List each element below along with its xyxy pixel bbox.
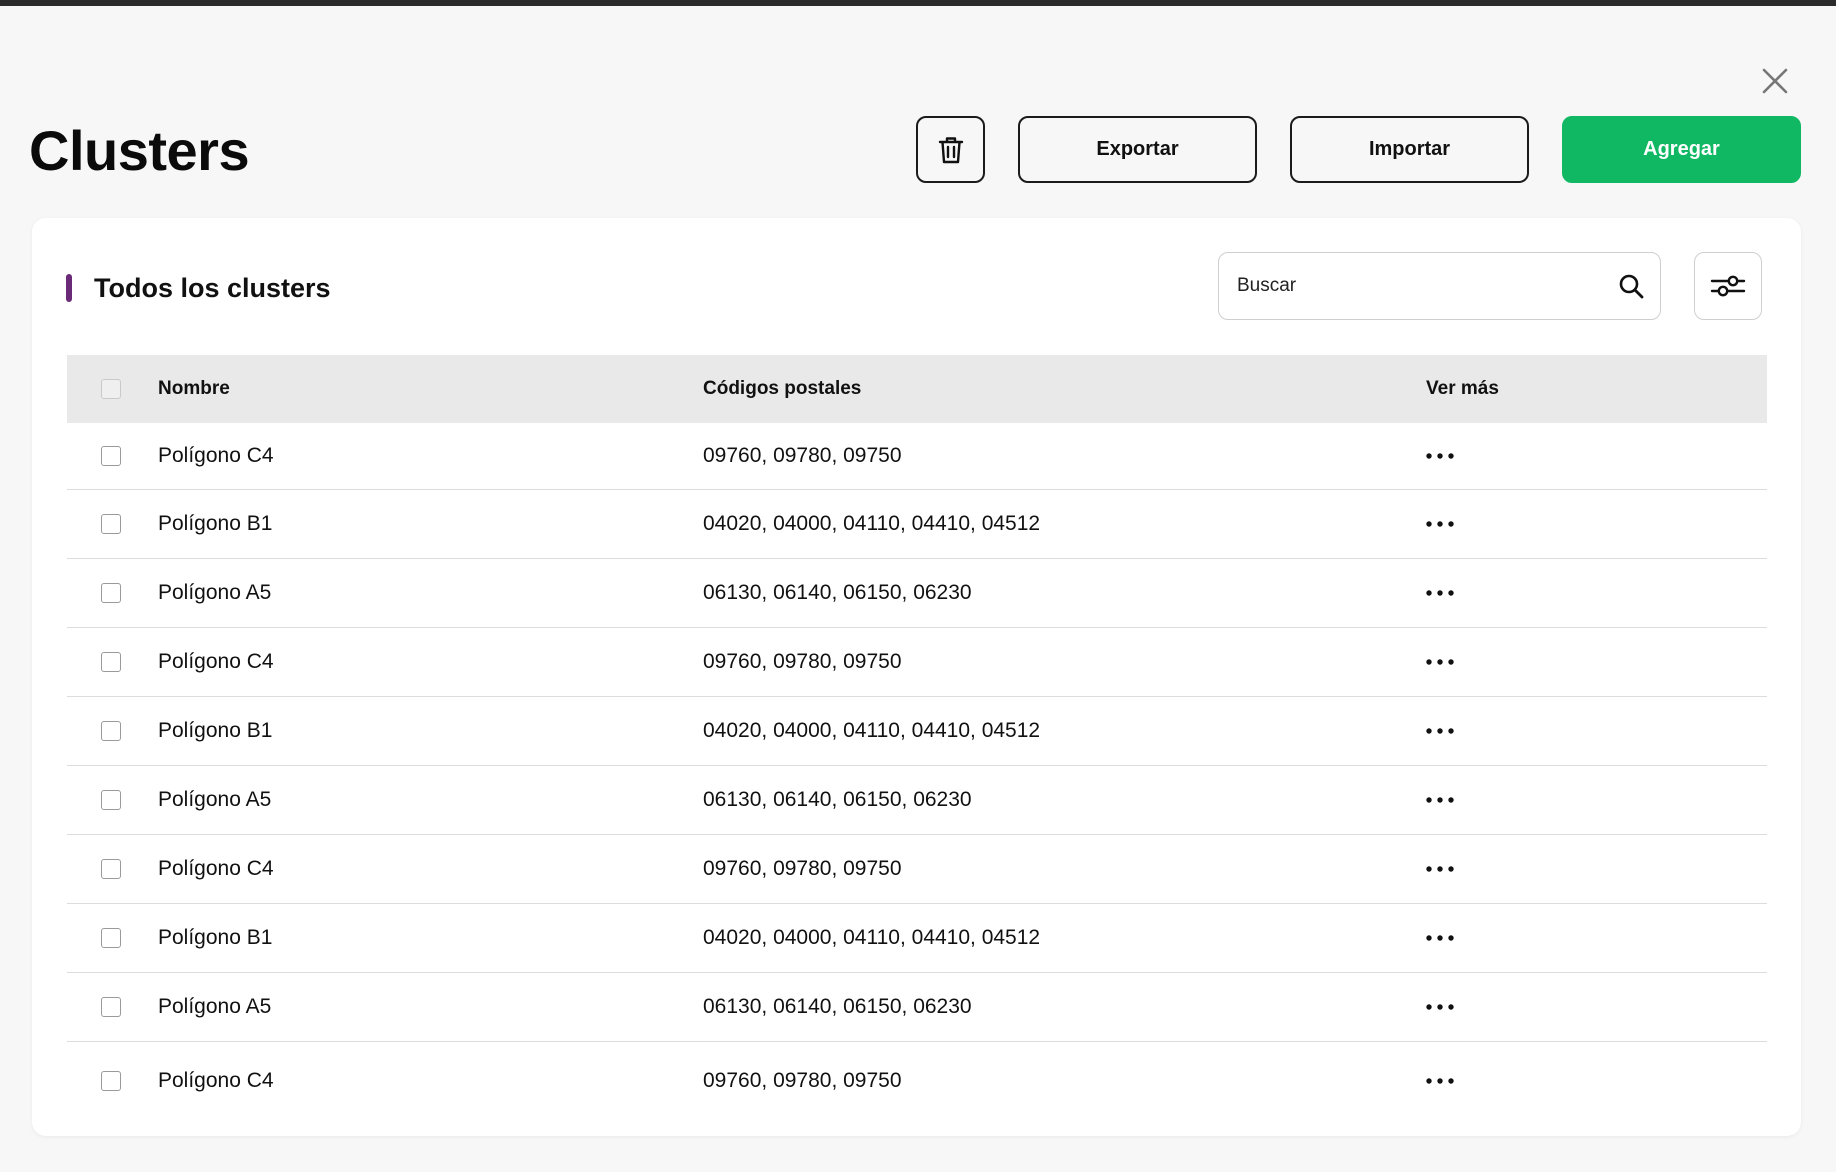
postal-codes: 06130, 06140, 06150, 06230 [703,788,972,811]
row-checkbox[interactable] [101,514,121,534]
more-options-button[interactable] [1426,997,1466,1017]
postal-codes: 04020, 04000, 04110, 04410, 04512 [703,512,1041,535]
trash-icon [938,136,963,163]
more-horizontal-icon [1426,521,1454,527]
more-options-button[interactable] [1426,859,1466,879]
column-header-postal-codes: Códigos postales [703,378,862,399]
cluster-name: Polígono C4 [158,1068,274,1092]
more-options-button[interactable] [1426,583,1466,603]
table-body: Polígono C4 09760, 09780, 09750 Polígono B… [67,423,1767,1119]
delete-button[interactable] [916,116,985,183]
more-horizontal-icon [1426,797,1454,803]
filter-button[interactable] [1694,252,1762,320]
clusters-table: Nombre Códigos postales Ver más Polígono… [67,355,1767,1119]
more-options-button[interactable] [1426,790,1466,810]
column-header-more: Ver más [1426,378,1499,399]
import-button[interactable]: Importar [1290,116,1529,183]
add-button[interactable]: Agregar [1562,116,1801,183]
page-title: Clusters [29,119,250,182]
more-options-button[interactable] [1426,928,1466,948]
postal-codes: 04020, 04000, 04110, 04410, 04512 [703,926,1041,949]
more-options-button[interactable] [1426,721,1466,741]
sliders-icon [1710,275,1746,297]
card-title: Todos los clusters [94,273,331,303]
export-button[interactable]: Exportar [1018,116,1257,183]
table-row[interactable]: Polígono C4 09760, 09780, 09750 [67,628,1767,697]
more-options-button[interactable] [1426,652,1466,672]
row-checkbox[interactable] [101,583,121,603]
more-horizontal-icon [1426,659,1454,665]
close-icon [1762,68,1788,94]
table-row[interactable]: Polígono A5 06130, 06140, 06150, 06230 [67,559,1767,628]
cluster-name: Polígono B1 [158,926,273,949]
postal-codes: 09760, 09780, 09750 [703,444,902,467]
more-horizontal-icon [1426,1077,1454,1084]
cluster-name: Polígono A5 [158,581,272,604]
postal-codes: 06130, 06140, 06150, 06230 [703,581,972,604]
cluster-name: Polígono C4 [158,650,274,673]
table-row[interactable]: Polígono C4 09760, 09780, 09750 [67,423,1767,490]
more-horizontal-icon [1426,866,1454,872]
cluster-name: Polígono C4 [158,857,274,880]
postal-codes: 09760, 09780, 09750 [703,1068,902,1092]
table-row[interactable]: Polígono C4 09760, 09780, 09750 [67,1042,1767,1119]
row-checkbox[interactable] [101,652,121,672]
table-row[interactable]: Polígono A5 06130, 06140, 06150, 06230 [67,766,1767,835]
table-row[interactable]: Polígono B1 04020, 04000, 04110, 04410, 0… [67,490,1767,559]
search-icon[interactable] [1616,271,1646,301]
table-row[interactable]: Polígono B1 04020, 04000, 04110, 04410, 0… [67,904,1767,973]
search-input[interactable] [1235,274,1616,298]
more-horizontal-icon [1426,935,1454,941]
close-button[interactable] [1758,64,1792,98]
row-checkbox[interactable] [101,859,121,879]
cluster-name: Polígono C4 [158,444,274,467]
more-horizontal-icon [1426,590,1454,596]
postal-codes: 04020, 04000, 04110, 04410, 04512 [703,719,1041,742]
postal-codes: 06130, 06140, 06150, 06230 [703,995,972,1018]
row-checkbox[interactable] [101,1070,121,1091]
postal-codes: 09760, 09780, 09750 [703,650,902,673]
more-options-button[interactable] [1426,514,1466,534]
row-checkbox[interactable] [101,928,121,948]
cluster-name: Polígono A5 [158,995,272,1018]
cluster-name: Polígono B1 [158,719,273,742]
table-header: Nombre Códigos postales Ver más [67,355,1767,423]
clusters-card: Todos los clusters Nombre Códigos postal… [32,218,1801,1136]
cluster-name: Polígono A5 [158,788,272,811]
more-options-button[interactable] [1426,1071,1466,1091]
column-header-name: Nombre [158,378,230,399]
more-horizontal-icon [1426,1004,1454,1010]
top-bar [0,0,1836,6]
row-checkbox[interactable] [101,997,121,1017]
table-row[interactable]: Polígono A5 06130, 06140, 06150, 06230 [67,973,1767,1042]
table-row[interactable]: Polígono C4 09760, 09780, 09750 [67,835,1767,904]
more-horizontal-icon [1426,728,1454,734]
table-row[interactable]: Polígono B1 04020, 04000, 04110, 04410, 0… [67,697,1767,766]
postal-codes: 09760, 09780, 09750 [703,857,902,880]
more-options-button[interactable] [1426,446,1466,466]
search-box [1218,252,1661,320]
row-checkbox[interactable] [101,790,121,810]
select-all-checkbox[interactable] [101,379,121,399]
cluster-name: Polígono B1 [158,512,273,535]
card-title-accent [66,274,72,302]
more-horizontal-icon [1426,453,1454,459]
row-checkbox[interactable] [101,721,121,741]
row-checkbox[interactable] [101,446,121,466]
